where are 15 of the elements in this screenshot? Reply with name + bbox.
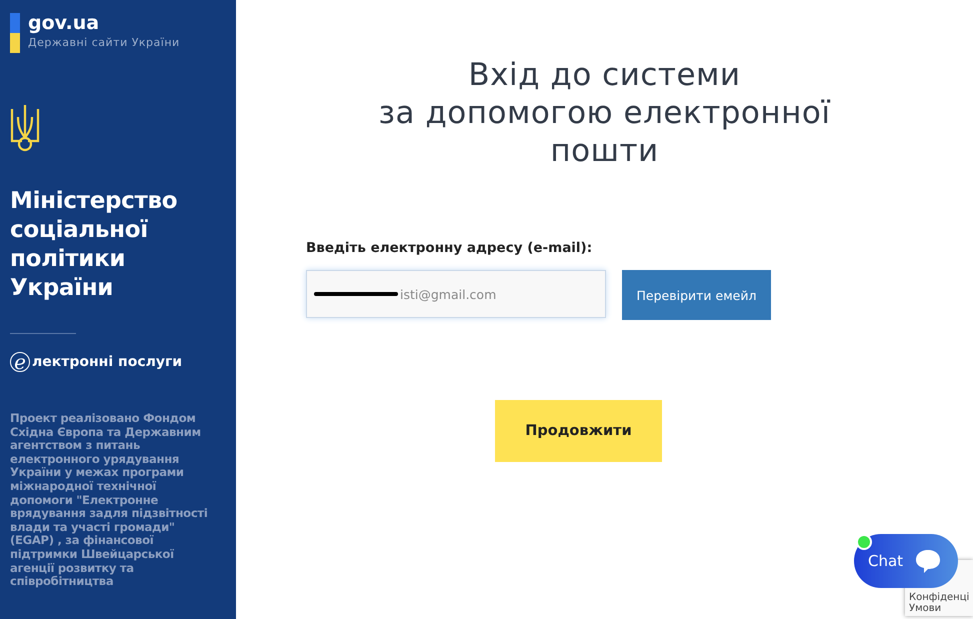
- ministry-name: Міністерство соціальної політики України: [10, 187, 178, 303]
- site-tagline: Державні сайти України: [28, 36, 180, 49]
- credits-text: Проект реалізовано Фондом Східна Європа та Державним агентством з питань електронного урядування України у межах програми міжнародної технічної допомоги "Електронне врядування задля підзвітності влади та участі громади" (EGAP) , за фінансової підтримки Швейцарської агенції розвитку та співробітництва: [10, 412, 209, 589]
- check-email-button[interactable]: Перевірити емейл: [622, 270, 771, 320]
- email-label: Введіть електронну адресу (e-mail):: [306, 240, 594, 256]
- flag-icon: [10, 13, 20, 53]
- recaptcha-link[interactable]: Конфіденці: [909, 592, 973, 603]
- site-logo-text[interactable]: gov.ua: [28, 12, 180, 34]
- continue-button[interactable]: Продовжити: [495, 400, 662, 462]
- recaptcha-link[interactable]: Умови: [909, 603, 973, 614]
- page-title: Вхід до системи за допомогою електронної пошти: [378, 56, 831, 170]
- service-title: лектронні послуги: [32, 354, 182, 370]
- e-logo-icon: e: [10, 352, 30, 372]
- trident-icon: [10, 103, 40, 153]
- chat-button[interactable]: Chat: [854, 534, 958, 588]
